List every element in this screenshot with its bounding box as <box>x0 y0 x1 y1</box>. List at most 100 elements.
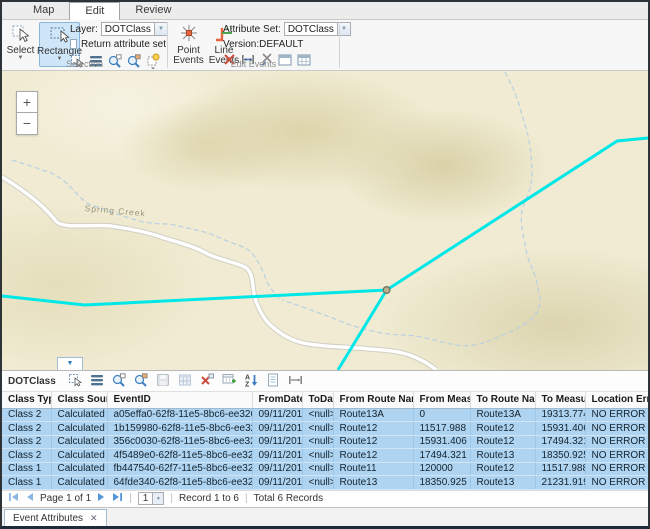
column-header[interactable]: ToDate <box>302 392 333 408</box>
next-page-icon[interactable] <box>97 492 106 505</box>
table-row[interactable]: Class 2Calculated1b159980-62f8-11e5-8bc6… <box>2 422 648 436</box>
table-pager: Page 1 of 1 | 1 ▼ | Record 1 to 6 | Tota… <box>2 490 648 507</box>
event-attributes-panel: DOTClass AZ Class TypeClass SourceEventI… <box>2 370 648 507</box>
page-number-select[interactable]: 1 ▼ <box>138 492 165 505</box>
table-cell: 09/11/2015 <box>252 462 302 476</box>
first-page-icon[interactable] <box>8 492 19 505</box>
select-pointer-icon <box>11 24 31 46</box>
pager-separator: | <box>170 493 173 504</box>
table-layer-label: DOTClass <box>8 376 56 387</box>
close-tab-icon[interactable]: ✕ <box>90 513 98 524</box>
table-row[interactable]: Class 2Calculated356c0030-62f8-11e5-8bc6… <box>2 435 648 449</box>
column-header[interactable]: Location Error <box>585 392 648 408</box>
table-cell: NO ERROR <box>585 449 648 463</box>
zoom-out-button[interactable]: − <box>16 113 38 135</box>
table-cell: 4f5489e0-62f8-11e5-8bc6-ee32641d5ec9 <box>107 449 252 463</box>
creek-line <box>282 72 540 346</box>
tab-map[interactable]: Map <box>18 2 69 20</box>
table-cell: <null> <box>302 476 333 490</box>
map-canvas[interactable]: Spring Creek + − ▼ <box>2 71 648 370</box>
table-cell: 1b159980-62f8-11e5-8bc6-ee32641d5ec9 <box>107 422 252 436</box>
ribbon: Select ▼ Rectangle ▼ Layer: DOTClass ▼ R… <box>2 20 648 71</box>
table-cell: 09/11/2015 <box>252 449 302 463</box>
save-icon[interactable] <box>156 373 170 390</box>
column-header[interactable]: FromDate <box>252 392 302 408</box>
table-row[interactable]: Class 1Calculated64fde340-62f8-11e5-8bc6… <box>2 476 648 490</box>
version-label: Version:DEFAULT <box>223 39 303 50</box>
event-table-wrap: Class TypeClass SourceEventIDFromDateToD… <box>2 392 648 490</box>
last-page-icon[interactable] <box>112 492 123 505</box>
edit-events-group-label: Edit Events <box>168 59 339 69</box>
table-cell: <null> <box>302 462 333 476</box>
table-cell: Calculated <box>51 462 107 476</box>
table-row[interactable]: Class 2Calculated4f5489e0-62f8-11e5-8bc6… <box>2 449 648 463</box>
table-cell: Route12 <box>333 422 413 436</box>
collapse-panel-button[interactable]: ▼ <box>57 357 83 370</box>
column-header[interactable]: From Measure <box>413 392 470 408</box>
table-cell: Class 1 <box>2 476 51 490</box>
table-cell: Class 2 <box>2 449 51 463</box>
column-header[interactable]: To Measure <box>535 392 585 408</box>
return-attribute-set-checkbox[interactable] <box>70 39 77 49</box>
table-cell: <null> <box>302 422 333 436</box>
table-cell: 21231.919 <box>535 476 585 490</box>
table-cell: Class 2 <box>2 422 51 436</box>
event-line-south[interactable] <box>338 290 387 370</box>
column-header[interactable]: To Route Name <box>470 392 535 408</box>
rectangle-select-icon <box>49 25 71 47</box>
table-cell: 19313.774 <box>535 408 585 422</box>
event-line-west[interactable] <box>2 290 387 305</box>
zoom-to-selected-icon[interactable] <box>112 373 126 390</box>
table-cell: NO ERROR <box>585 422 648 436</box>
event-junction-node[interactable] <box>383 287 390 294</box>
attribute-set-dropdown[interactable]: DOTClass ▼ <box>284 22 351 36</box>
table-cell: Calculated <box>51 435 107 449</box>
table-row[interactable]: Class 1Calculatedfb447540-62f7-11e5-8bc6… <box>2 462 648 476</box>
column-header[interactable]: From Route Name <box>333 392 413 408</box>
page-number-dropdown-icon[interactable]: ▼ <box>152 493 163 504</box>
creek-label: Spring Creek <box>84 203 146 218</box>
table-cell: Route13 <box>470 476 535 490</box>
notes-icon[interactable] <box>266 373 280 390</box>
sort-icon[interactable]: AZ <box>244 373 258 390</box>
table-cell: 120000 <box>413 462 470 476</box>
attribute-set-label: Attribute Set: <box>223 24 281 35</box>
table-row[interactable]: Class 2Calculateda05effa0-62f8-11e5-8bc6… <box>2 408 648 422</box>
table-cell: 09/11/2015 <box>252 435 302 449</box>
svg-text:A: A <box>245 374 250 381</box>
show-selection-icon[interactable] <box>90 373 104 390</box>
select-rows-icon[interactable] <box>68 373 82 390</box>
table-cell: Route13 <box>333 476 413 490</box>
road <box>2 177 436 370</box>
layer-dropdown-value: DOTClass <box>102 24 154 35</box>
layer-dropdown-arrow-icon[interactable]: ▼ <box>154 23 167 35</box>
table-cell: NO ERROR <box>585 408 648 422</box>
pan-to-selected-icon[interactable] <box>134 373 148 390</box>
column-header[interactable]: EventID <box>107 392 252 408</box>
table-cell: 15931.406 <box>413 435 470 449</box>
column-header[interactable]: Class Source <box>51 392 107 408</box>
table-cell: 11517.988 <box>535 462 585 476</box>
table-cell: Calculated <box>51 449 107 463</box>
column-header[interactable]: Class Type <box>2 392 51 408</box>
event-line-northeast[interactable] <box>387 138 648 290</box>
layer-dropdown[interactable]: DOTClass ▼ <box>101 22 168 36</box>
add-to-table-icon[interactable] <box>222 373 236 390</box>
delete-rows-icon[interactable] <box>200 373 214 390</box>
road <box>2 177 436 370</box>
previous-page-icon[interactable] <box>25 492 34 505</box>
measure-range-icon[interactable] <box>288 373 303 390</box>
tab-event-attributes[interactable]: Event Attributes ✕ <box>4 509 107 526</box>
zoom-in-button[interactable]: + <box>16 91 38 113</box>
tab-review[interactable]: Review <box>120 2 186 20</box>
total-records-label: Total 6 Records <box>254 493 323 504</box>
table-cell: NO ERROR <box>585 476 648 490</box>
table-cell: NO ERROR <box>585 462 648 476</box>
table-cell: Route12 <box>333 435 413 449</box>
attribute-grid-icon[interactable] <box>178 373 192 390</box>
table-cell: <null> <box>302 449 333 463</box>
table-cell: 64fde340-62f8-11e5-8bc6-ee32641d5ec9 <box>107 476 252 490</box>
tab-edit[interactable]: Edit <box>69 2 120 21</box>
event-editor-window: Map Edit Review Select ▼ Rectangle ▼ Lay… <box>0 0 650 529</box>
event-table: Class TypeClass SourceEventIDFromDateToD… <box>2 392 649 490</box>
